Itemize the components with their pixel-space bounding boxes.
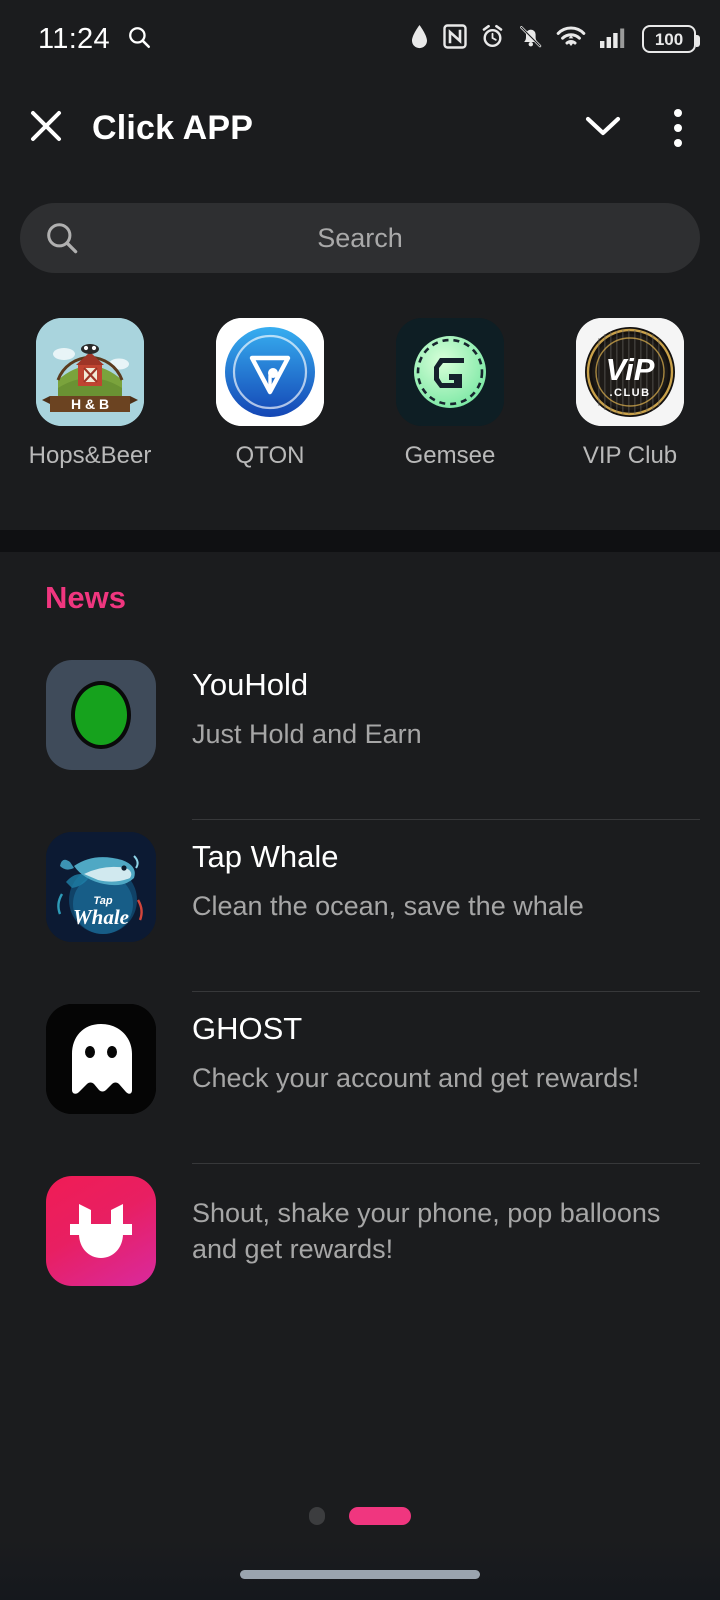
wifi-icon [556,25,586,54]
app-screen: 11:24 100 Click APP Search H & B Hops&Be… [0,0,720,1600]
news-item-title: GHOST [192,1011,303,1046]
battery-level-label: 100 [654,29,684,49]
chevron-down-icon [584,114,622,143]
expand-button[interactable] [560,114,646,143]
news-item-description: Check your account and get rewards! [192,1062,640,1093]
news-item-body: GHOST Check your account and get rewards… [192,992,700,1164]
app-shortcut-label: QTON [235,442,305,469]
overflow-menu-button[interactable] [646,109,710,147]
vip-badge-text: ViP [606,352,655,387]
section-divider [0,530,720,552]
news-item-title: YouHold [192,667,309,702]
news-list-item[interactable]: Tap Whale Tap Whale Clean the ocean, sav… [0,820,720,992]
app-shortcut-label: Hops&Beer [28,442,152,469]
qton-icon [216,318,324,426]
bell-muted-icon [518,24,543,55]
app-shortcut-label: VIP Club [582,442,678,469]
whale-art-bottom-text: Whale [73,905,129,929]
nfc-icon [443,24,467,54]
news-list: YouHold Just Hold and Earn Tap Whale Tap… [0,648,720,1336]
app-shortcut-vip-club[interactable]: ViP .CLUB VIP Club [540,318,720,470]
hops-badge-text: H & B [71,396,109,412]
news-section-heading: News [45,580,126,615]
battery-indicator: 100 [642,25,700,53]
home-gesture-bar[interactable] [240,1570,480,1579]
alarm-clock-icon [480,24,505,55]
news-list-item[interactable]: YouHold Just Hold and Earn [0,648,720,820]
search-input[interactable] [104,222,700,254]
app-shortcut-grid: H & B Hops&Beer QTON Gemsee ViP .CLUB VI… [0,318,720,498]
close-button[interactable] [0,108,92,149]
app-shortcut-gemsee[interactable]: Gemsee [360,318,540,470]
status-bar-clock: 11:24 [38,22,110,55]
app-shortcut-qton[interactable]: QTON [180,318,360,470]
news-item-body: YouHold Just Hold and Earn [192,648,700,820]
app-bar: Click APP [0,78,720,178]
news-item-title: Tap Whale [192,839,339,874]
vip-club-icon: ViP .CLUB [576,318,684,426]
news-item-description: Just Hold and Earn [192,718,422,749]
page-indicator-dot-active[interactable] [349,1507,411,1525]
news-list-item[interactable]: Shout, shake your phone, pop balloons an… [0,1164,720,1336]
news-list-item[interactable]: GHOST Check your account and get rewards… [0,992,720,1164]
status-bar-right: 100 [409,24,700,55]
overflow-menu-icon [674,124,682,132]
page-title: Click APP [92,108,254,147]
page-indicator [0,1507,720,1525]
overflow-menu-icon [674,139,682,147]
ghost-icon [46,1004,156,1114]
hops-and-beer-icon: H & B [36,318,144,426]
youhold-green-dot [71,681,131,749]
status-bar-left: 11:24 [38,23,152,56]
app-shortcut-label: Gemsee [404,442,496,469]
tap-whale-icon: Tap Whale [46,832,156,942]
news-item-body: Tap Whale Clean the ocean, save the whal… [192,820,700,992]
news-item-description: Shout, shake your phone, pop balloons an… [192,1198,661,1264]
page-indicator-dot[interactable] [309,1507,325,1525]
water-drop-icon [409,24,430,55]
cellular-signal-icon [599,24,629,55]
overflow-menu-icon [674,109,682,117]
news-item-body: Shout, shake your phone, pop balloons an… [192,1164,700,1336]
search-icon [20,219,104,257]
search-icon [126,24,152,55]
gemsee-icon [396,318,504,426]
horns-icon [46,1176,156,1286]
search-bar[interactable] [20,203,700,273]
youhold-icon [46,660,156,770]
status-bar: 11:24 100 [0,0,720,78]
app-shortcut-hops-and-beer[interactable]: H & B Hops&Beer [0,318,180,470]
vip-sub-text: .CLUB [609,387,650,399]
close-icon [28,108,64,149]
news-item-description: Clean the ocean, save the whale [192,890,584,921]
